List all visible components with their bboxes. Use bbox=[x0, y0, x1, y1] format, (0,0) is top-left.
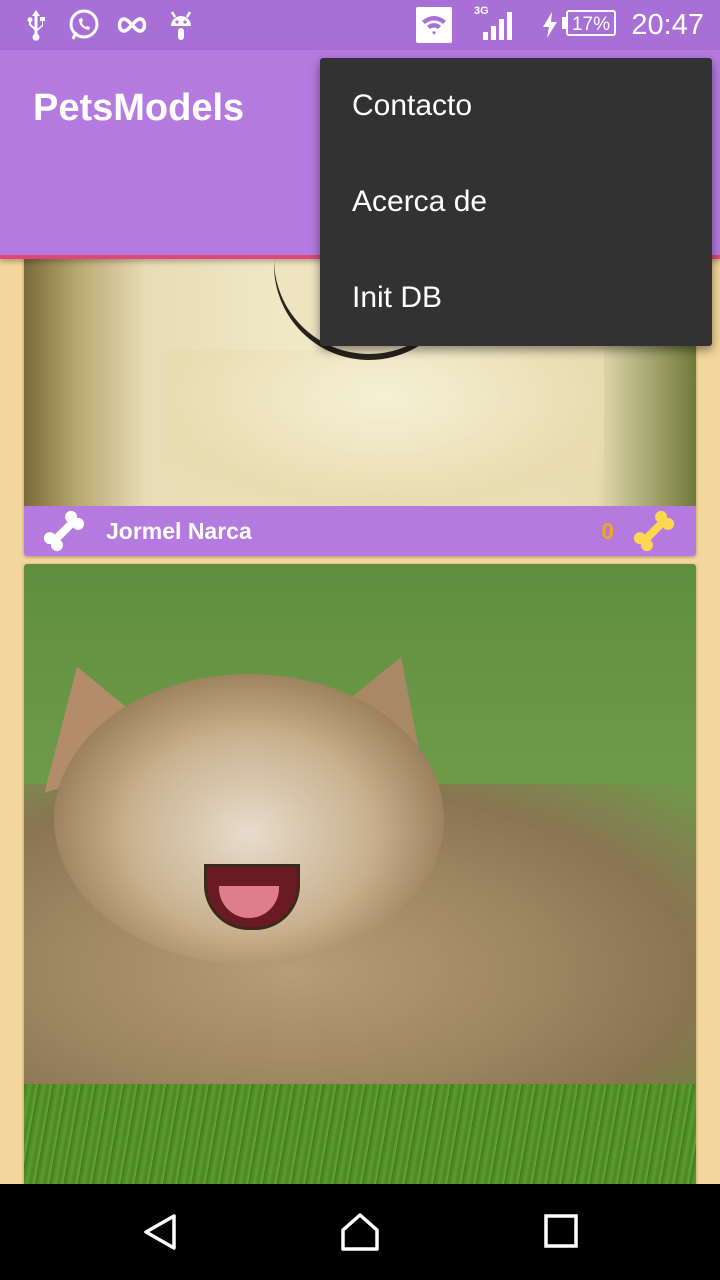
like-bone-icon[interactable] bbox=[630, 509, 678, 556]
pet-name: Jormel Narca bbox=[106, 518, 252, 544]
dog-body bbox=[164, 350, 604, 506]
pet-card-footer: Jormel Narca 0 bbox=[24, 506, 696, 556]
menu-item-init-db[interactable]: Init DB bbox=[320, 250, 712, 346]
signal-icon bbox=[480, 8, 514, 42]
bone-icon[interactable] bbox=[40, 509, 88, 556]
android-icon bbox=[166, 8, 196, 42]
status-time: 20:47 bbox=[631, 9, 704, 41]
charging-icon bbox=[540, 8, 560, 42]
whatsapp-icon bbox=[66, 8, 102, 42]
menu-item-acerca-de[interactable]: Acerca de bbox=[320, 154, 712, 250]
pet-photo[interactable] bbox=[24, 564, 696, 1204]
like-count: 0 bbox=[601, 518, 614, 544]
overflow-menu: Contacto Acerca de Init DB bbox=[320, 58, 712, 346]
menu-item-contacto[interactable]: Contacto bbox=[320, 58, 712, 154]
navigation-bar bbox=[0, 1184, 720, 1280]
app-title: PetsModels bbox=[33, 87, 245, 129]
infinity-icon bbox=[114, 8, 150, 42]
wifi-icon bbox=[416, 7, 452, 43]
battery-level: 17% bbox=[566, 10, 616, 36]
back-icon[interactable] bbox=[140, 1212, 180, 1252]
usb-icon bbox=[22, 8, 50, 42]
recents-icon[interactable] bbox=[542, 1212, 582, 1252]
status-bar: 3G 17% 20:47 bbox=[0, 0, 720, 50]
pet-card[interactable] bbox=[24, 564, 696, 1204]
home-icon[interactable] bbox=[340, 1212, 380, 1252]
